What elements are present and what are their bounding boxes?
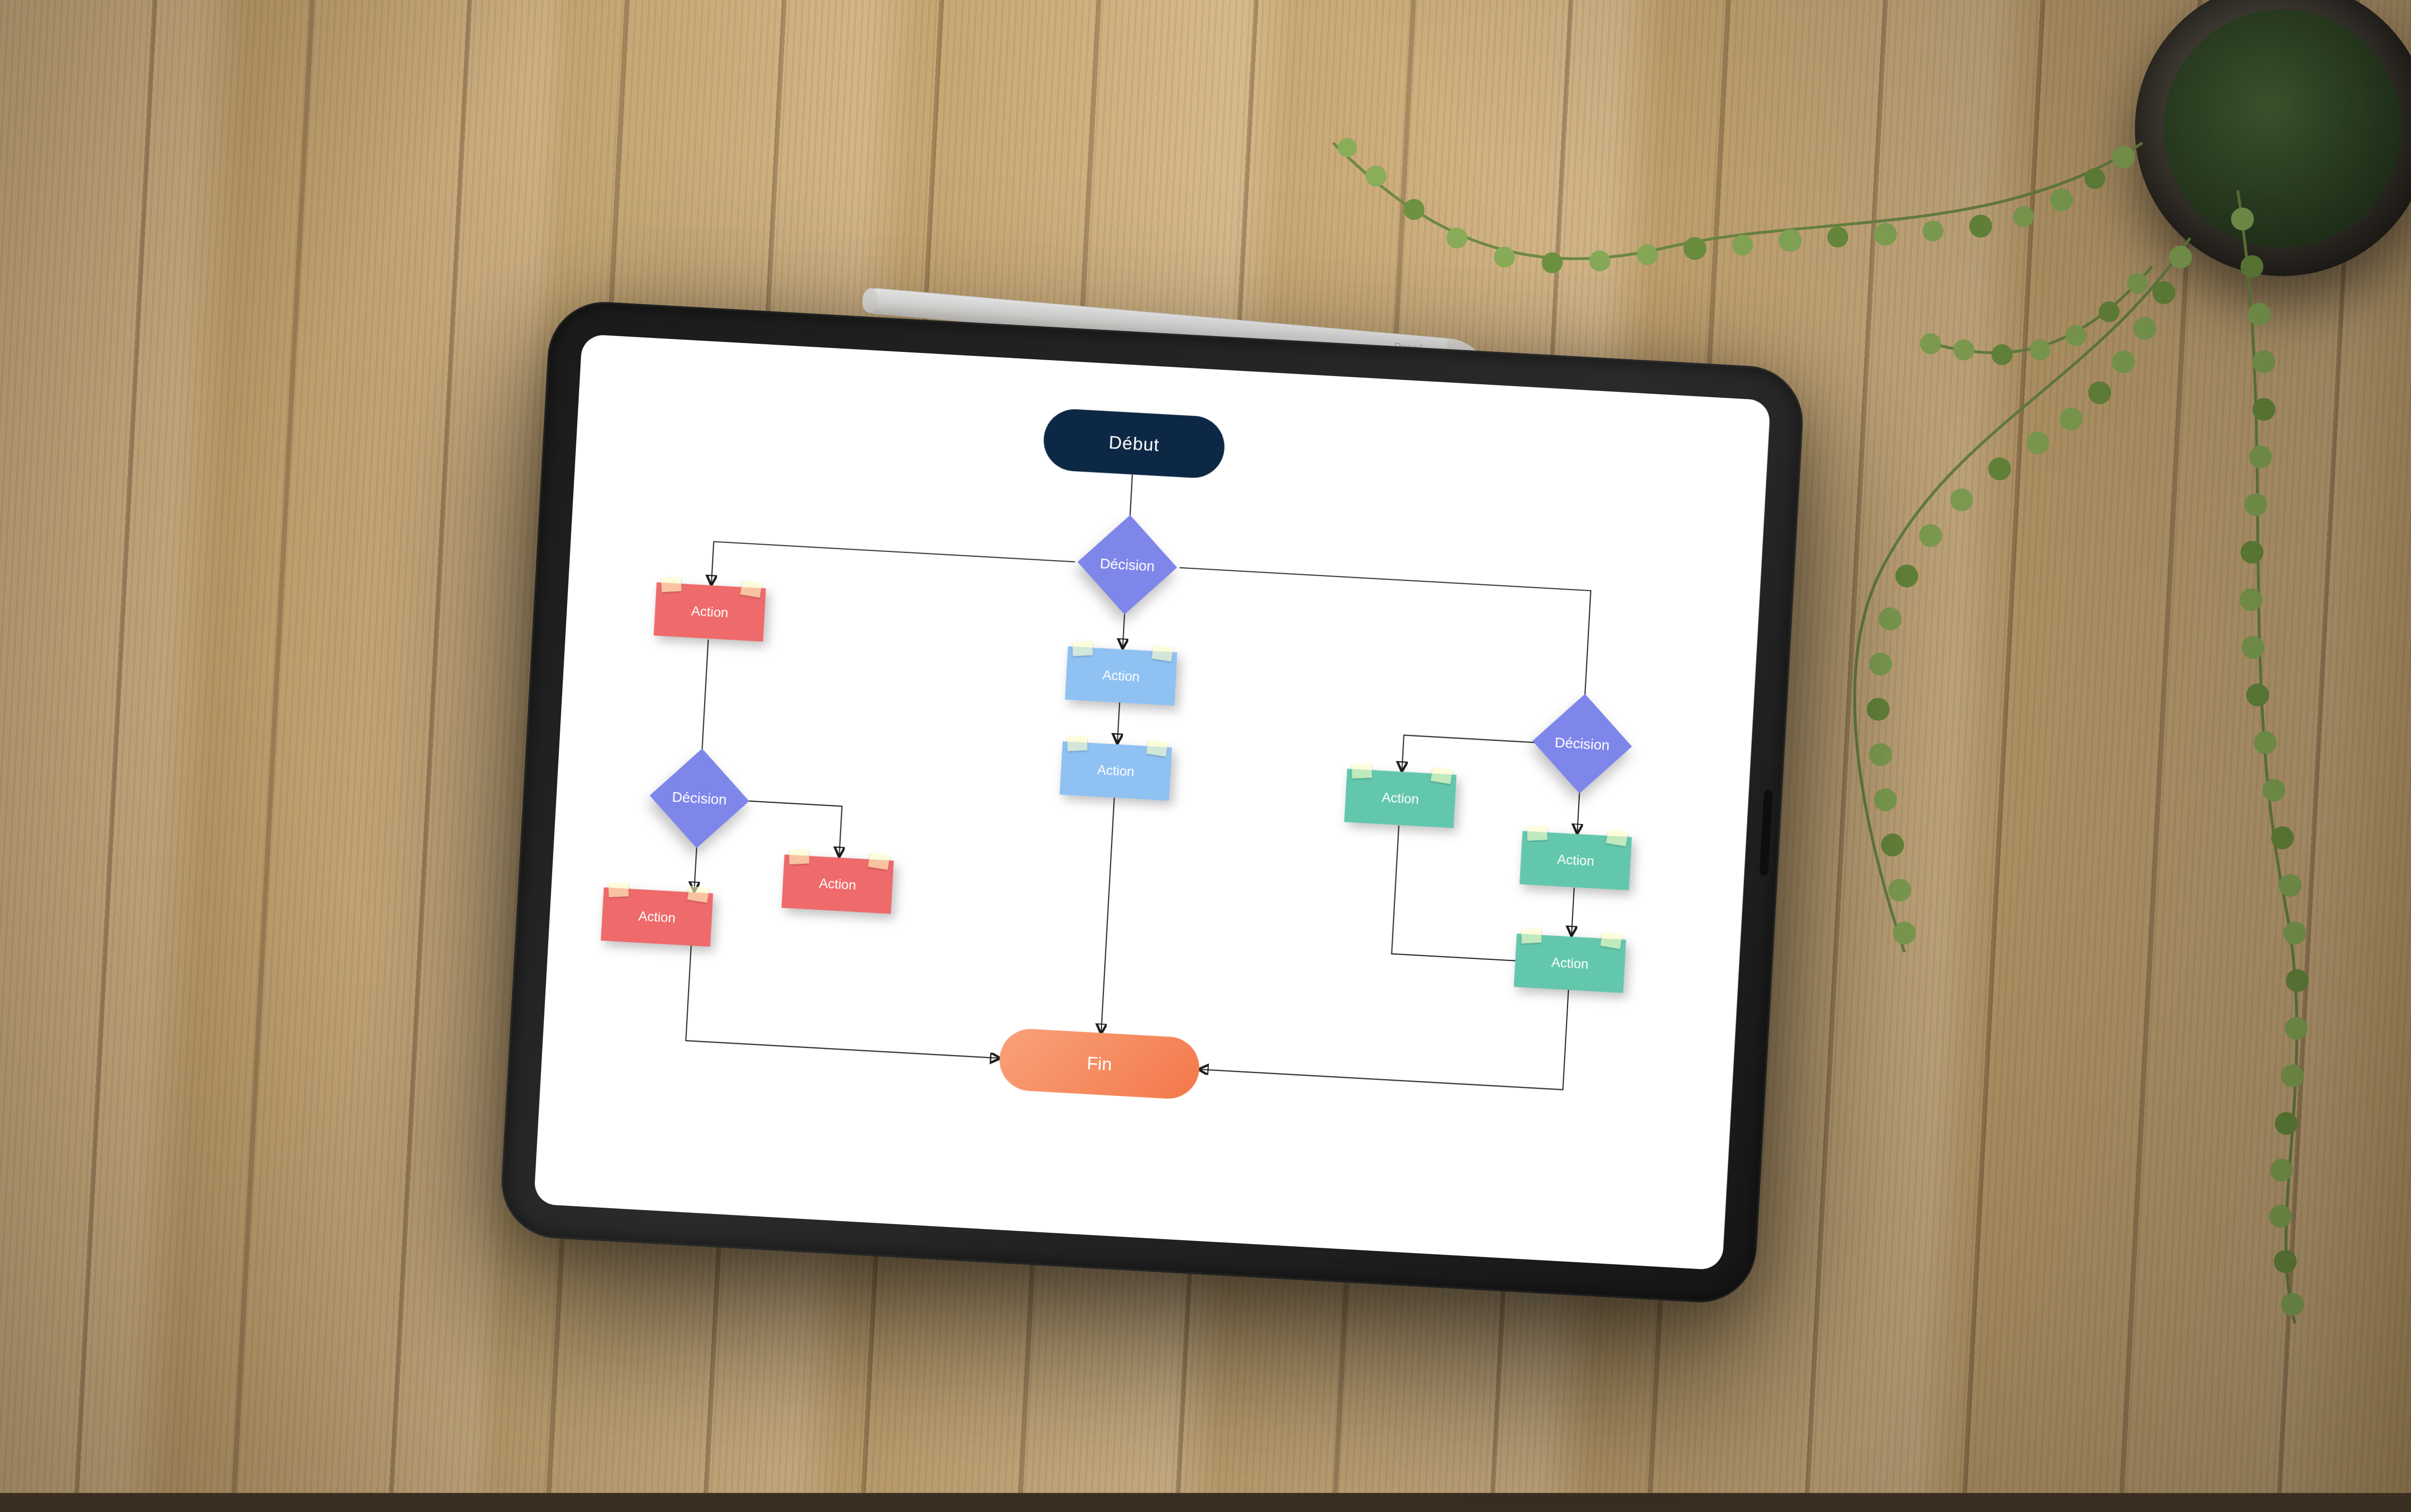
center-action-2-label: Action xyxy=(1097,762,1135,780)
left-action-1-label: Action xyxy=(691,603,729,621)
start-node-label: Début xyxy=(1108,432,1160,455)
center-action-2-node[interactable]: Action xyxy=(1059,742,1172,801)
tape-icon xyxy=(1600,932,1623,949)
left-action-2-label: Action xyxy=(638,908,676,926)
start-node[interactable]: Début xyxy=(1042,407,1226,479)
right-action-left-node[interactable]: Action xyxy=(1344,769,1457,828)
decision-right-node[interactable]: Décision xyxy=(1528,707,1637,780)
tape-icon xyxy=(1352,763,1372,779)
tape-icon xyxy=(661,577,682,593)
tape-icon xyxy=(1521,928,1542,944)
tape-icon xyxy=(1151,644,1174,662)
tape-icon xyxy=(1606,829,1628,846)
tape-icon xyxy=(1431,767,1453,784)
tape-icon xyxy=(1067,736,1088,751)
left-action-1-node[interactable]: Action xyxy=(654,582,766,642)
right-action-r1-node[interactable]: Action xyxy=(1519,831,1632,890)
decision-left-label: Décision xyxy=(672,789,727,808)
decision-top-label: Décision xyxy=(1099,555,1155,574)
right-action-r2-label: Action xyxy=(1551,955,1589,972)
right-action-r1-label: Action xyxy=(1557,852,1594,869)
tablet-device: Début Décision Action Décision xyxy=(499,299,1806,1306)
svg-line-75 xyxy=(1101,797,1114,1033)
decision-right-label: Décision xyxy=(1555,734,1610,754)
svg-line-72 xyxy=(701,639,708,765)
tape-icon xyxy=(1072,641,1093,656)
right-action-left-label: Action xyxy=(1382,790,1419,807)
decision-left-node[interactable]: Décision xyxy=(645,762,754,835)
decision-top-node[interactable]: Décision xyxy=(1073,528,1182,601)
left-action-3-label: Action xyxy=(819,876,856,893)
tape-icon xyxy=(1527,825,1547,841)
right-action-r2-node[interactable]: Action xyxy=(1514,933,1626,993)
tape-icon xyxy=(608,882,629,897)
svg-line-74 xyxy=(1117,702,1120,743)
left-action-2-node[interactable]: Action xyxy=(601,887,713,946)
left-action-3-node[interactable]: Action xyxy=(782,854,894,914)
flowchart-canvas[interactable]: Début Décision Action Décision xyxy=(534,334,1771,1270)
tablet-screen[interactable]: Début Décision Action Décision xyxy=(534,334,1771,1270)
tape-icon xyxy=(740,580,762,598)
end-node[interactable]: Fin xyxy=(998,1027,1201,1100)
tape-icon xyxy=(1146,740,1168,757)
tape-icon xyxy=(687,885,709,903)
end-node-label: Fin xyxy=(1086,1053,1112,1075)
svg-line-77 xyxy=(1571,888,1574,935)
center-action-1-label: Action xyxy=(1102,667,1140,685)
scene: Pencil xyxy=(0,0,2411,1493)
tape-icon xyxy=(789,849,810,864)
center-action-1-node[interactable]: Action xyxy=(1065,646,1177,705)
tape-icon xyxy=(868,852,890,870)
